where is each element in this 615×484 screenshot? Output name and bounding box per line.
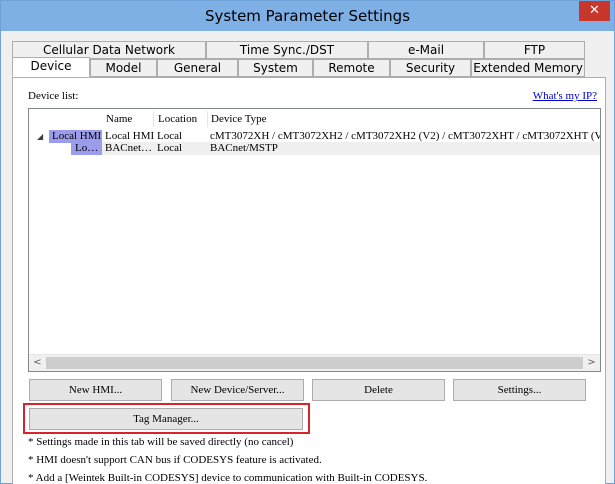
- tab-time-sync-dst[interactable]: Time Sync./DST: [206, 41, 368, 59]
- tag-manager-highlight-box: [23, 403, 310, 434]
- title-bar[interactable]: System Parameter Settings ✕: [1, 1, 614, 31]
- column-separator[interactable]: [153, 111, 154, 127]
- horizontal-scrollbar[interactable]: < >: [29, 354, 600, 371]
- device-type: BACnet/MSTP: [210, 142, 278, 154]
- note-can-bus: * HMI doesn't support CAN bus if CODESYS…: [28, 454, 322, 466]
- tab-remote[interactable]: Remote: [313, 59, 390, 77]
- tree-collapse-icon[interactable]: ◢: [37, 130, 49, 143]
- tab-email[interactable]: e-Mail: [368, 41, 484, 59]
- tab-system[interactable]: System: [238, 59, 313, 77]
- scroll-right-arrow[interactable]: >: [583, 355, 600, 371]
- device-name: BACnet…: [105, 142, 153, 154]
- window-title: System Parameter Settings: [204, 7, 411, 25]
- device-list-label: Device list:: [28, 90, 79, 102]
- new-device-server-button[interactable]: New Device/Server...: [171, 379, 304, 401]
- tab-general[interactable]: General: [157, 59, 238, 77]
- column-header-device-type[interactable]: Device Type: [211, 113, 267, 127]
- settings-button[interactable]: Settings...: [453, 379, 586, 401]
- column-header-name[interactable]: Name: [106, 113, 132, 127]
- close-button[interactable]: ✕: [579, 1, 610, 21]
- hmi-group-label: Lo…: [71, 142, 102, 155]
- new-hmi-button[interactable]: New HMI...: [29, 379, 162, 401]
- delete-button[interactable]: Delete: [312, 379, 445, 401]
- tab-extended-memory[interactable]: Extended Memory: [471, 59, 585, 77]
- tab-ftp[interactable]: FTP: [484, 41, 585, 59]
- column-separator[interactable]: [207, 111, 208, 127]
- device-location: Local: [157, 142, 183, 154]
- scrollbar-thumb[interactable]: [46, 357, 583, 369]
- device-list[interactable]: Name Location Device Type ◢ Local HMI Lo…: [28, 108, 601, 372]
- whats-my-ip-link[interactable]: What's my IP?: [533, 90, 597, 102]
- tab-security[interactable]: Security: [390, 59, 471, 77]
- note-save-directly: * Settings made in this tab will be save…: [28, 436, 294, 448]
- column-header-location[interactable]: Location: [158, 113, 197, 127]
- tab-device[interactable]: Device: [12, 57, 90, 77]
- note-codesys-device: * Add a [Weintek Built-in CODESYS] devic…: [28, 472, 428, 484]
- scroll-left-arrow[interactable]: <: [29, 355, 46, 371]
- system-parameter-settings-window: System Parameter Settings ✕ Cellular Dat…: [0, 0, 615, 484]
- tab-model[interactable]: Model: [90, 59, 157, 77]
